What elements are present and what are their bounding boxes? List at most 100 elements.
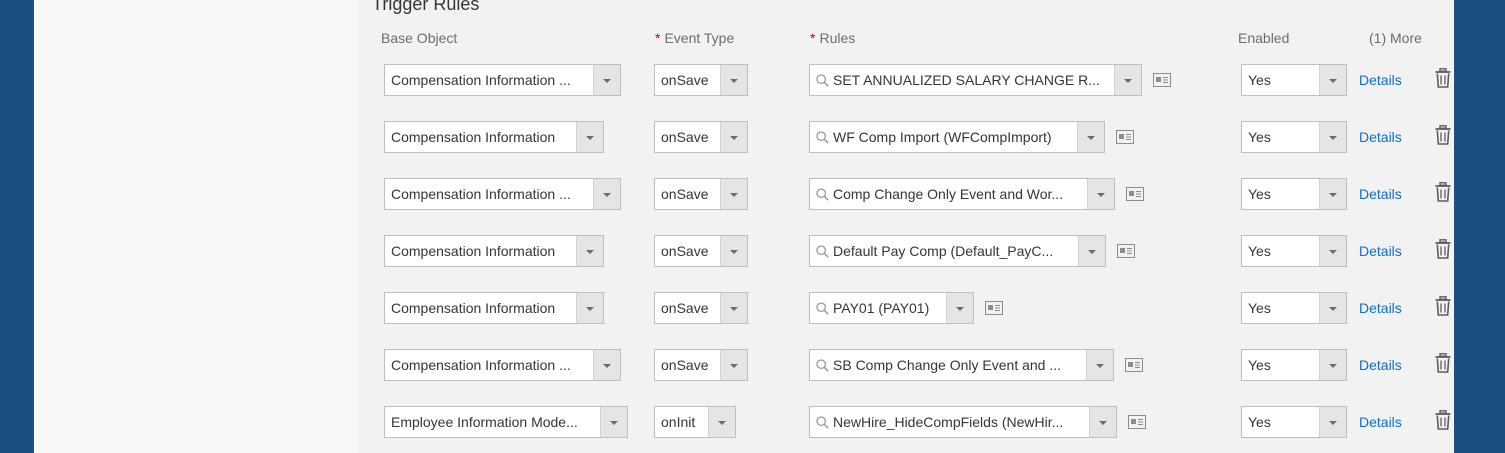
details-link[interactable]: Details	[1359, 64, 1402, 96]
chevron-down-icon[interactable]	[593, 179, 620, 209]
event-type-select[interactable]: onSave	[654, 292, 748, 324]
chevron-down-icon[interactable]	[576, 236, 603, 266]
base-object-select[interactable]: Compensation Information ...	[384, 64, 621, 96]
details-link[interactable]: Details	[1359, 235, 1402, 267]
chevron-down-icon[interactable]	[1319, 65, 1346, 95]
chevron-down-icon[interactable]	[593, 350, 620, 380]
event-type-select-value: onSave	[661, 300, 709, 316]
rule-details-card-icon[interactable]	[1125, 358, 1143, 372]
search-icon	[816, 359, 829, 372]
chevron-down-icon[interactable]	[708, 407, 735, 437]
search-icon	[816, 416, 829, 429]
trigger-rule-row: Compensation Information onSave WF Comp Im…	[359, 121, 1454, 153]
rule-select[interactable]: SB Comp Change Only Event and ...	[809, 349, 1114, 381]
base-object-select[interactable]: Compensation Information ...	[384, 178, 621, 210]
enabled-select[interactable]: Yes	[1241, 349, 1347, 381]
required-marker: *	[810, 30, 816, 46]
event-type-select[interactable]: onSave	[654, 64, 748, 96]
chevron-down-icon[interactable]	[946, 293, 973, 323]
base-object-select[interactable]: Compensation Information	[384, 292, 604, 324]
column-header-enabled: Enabled	[1238, 30, 1290, 46]
chevron-down-icon[interactable]	[1078, 236, 1105, 266]
chevron-down-icon[interactable]	[720, 179, 747, 209]
rule-select[interactable]: Default Pay Comp (Default_PayC...	[809, 235, 1106, 267]
trigger-rule-row: Employee Information Mode... onInit NewHir…	[359, 406, 1454, 438]
trash-icon[interactable]	[1435, 125, 1451, 145]
event-type-select[interactable]: onSave	[654, 121, 748, 153]
trash-icon[interactable]	[1435, 68, 1451, 88]
enabled-select-value: Yes	[1248, 357, 1271, 373]
chevron-down-icon[interactable]	[1319, 236, 1346, 266]
rule-select-value: Comp Change Only Event and Wor...	[833, 186, 1064, 202]
chevron-down-icon[interactable]	[1089, 407, 1116, 437]
chevron-down-icon[interactable]	[720, 293, 747, 323]
base-object-select[interactable]: Employee Information Mode...	[384, 406, 628, 438]
chevron-down-icon[interactable]	[1086, 350, 1113, 380]
enabled-select[interactable]: Yes	[1241, 178, 1347, 210]
rule-select[interactable]: NewHire_HideCompFields (NewHir...	[809, 406, 1117, 438]
chevron-down-icon[interactable]	[720, 122, 747, 152]
event-type-select-value: onSave	[661, 72, 709, 88]
trigger-rule-row: Compensation Information ... onSave Comp C…	[359, 178, 1454, 210]
rule-select-value: Default Pay Comp (Default_PayC...	[833, 243, 1054, 259]
event-type-select-value: onSave	[661, 186, 709, 202]
chevron-down-icon[interactable]	[593, 65, 620, 95]
enabled-select[interactable]: Yes	[1241, 292, 1347, 324]
rule-details-card-icon[interactable]	[1128, 415, 1146, 429]
more-columns-link[interactable]: (1) More	[1369, 30, 1422, 46]
event-type-select[interactable]: onSave	[654, 178, 748, 210]
rule-select-value: WF Comp Import (WFCompImport)	[833, 129, 1052, 145]
rule-details-card-icon[interactable]	[1153, 73, 1171, 87]
chevron-down-icon[interactable]	[1319, 407, 1346, 437]
details-link[interactable]: Details	[1359, 178, 1402, 210]
chevron-down-icon[interactable]	[1087, 179, 1114, 209]
enabled-select[interactable]: Yes	[1241, 235, 1347, 267]
trash-icon[interactable]	[1435, 182, 1451, 202]
enabled-select-value: Yes	[1248, 72, 1271, 88]
chevron-down-icon[interactable]	[1319, 350, 1346, 380]
chevron-down-icon[interactable]	[1319, 293, 1346, 323]
rule-details-card-icon[interactable]	[985, 301, 1003, 315]
chevron-down-icon[interactable]	[1319, 122, 1346, 152]
column-header-rules-label: Rules	[819, 30, 856, 46]
trash-icon[interactable]	[1435, 239, 1451, 259]
rule-details-card-icon[interactable]	[1116, 130, 1134, 144]
rule-details-card-icon[interactable]	[1117, 244, 1135, 258]
chevron-down-icon[interactable]	[1077, 122, 1104, 152]
rule-details-card-icon[interactable]	[1126, 187, 1144, 201]
section-title: Trigger Rules	[372, 0, 480, 14]
enabled-select[interactable]: Yes	[1241, 64, 1347, 96]
details-link[interactable]: Details	[1359, 121, 1402, 153]
column-header-base-object: Base Object	[381, 30, 458, 46]
chevron-down-icon[interactable]	[720, 65, 747, 95]
base-object-select-value: Compensation Information	[391, 300, 556, 316]
chevron-down-icon[interactable]	[576, 293, 603, 323]
chevron-down-icon[interactable]	[720, 350, 747, 380]
rule-select[interactable]: WF Comp Import (WFCompImport)	[809, 121, 1105, 153]
event-type-select[interactable]: onInit	[654, 406, 736, 438]
rule-select[interactable]: PAY01 (PAY01)	[809, 292, 974, 324]
details-link[interactable]: Details	[1359, 406, 1402, 438]
chevron-down-icon[interactable]	[1319, 179, 1346, 209]
details-link[interactable]: Details	[1359, 292, 1402, 324]
rule-select[interactable]: SET ANNUALIZED SALARY CHANGE R...	[809, 64, 1142, 96]
rule-select[interactable]: Comp Change Only Event and Wor...	[809, 178, 1115, 210]
base-object-select[interactable]: Compensation Information ...	[384, 349, 621, 381]
base-object-select[interactable]: Compensation Information	[384, 121, 604, 153]
trash-icon[interactable]	[1435, 353, 1451, 373]
chevron-down-icon[interactable]	[576, 122, 603, 152]
enabled-select[interactable]: Yes	[1241, 406, 1347, 438]
base-object-select[interactable]: Compensation Information	[384, 235, 604, 267]
event-type-select[interactable]: onSave	[654, 349, 748, 381]
trash-icon[interactable]	[1435, 410, 1451, 430]
base-object-select-value: Compensation Information	[391, 129, 556, 145]
search-icon	[816, 188, 829, 201]
trigger-rules-panel: Trigger Rules Base Object * Event Type * R…	[359, 0, 1454, 453]
event-type-select[interactable]: onSave	[654, 235, 748, 267]
trash-icon[interactable]	[1435, 296, 1451, 316]
chevron-down-icon[interactable]	[1114, 65, 1141, 95]
enabled-select[interactable]: Yes	[1241, 121, 1347, 153]
chevron-down-icon[interactable]	[600, 407, 627, 437]
chevron-down-icon[interactable]	[720, 236, 747, 266]
details-link[interactable]: Details	[1359, 349, 1402, 381]
